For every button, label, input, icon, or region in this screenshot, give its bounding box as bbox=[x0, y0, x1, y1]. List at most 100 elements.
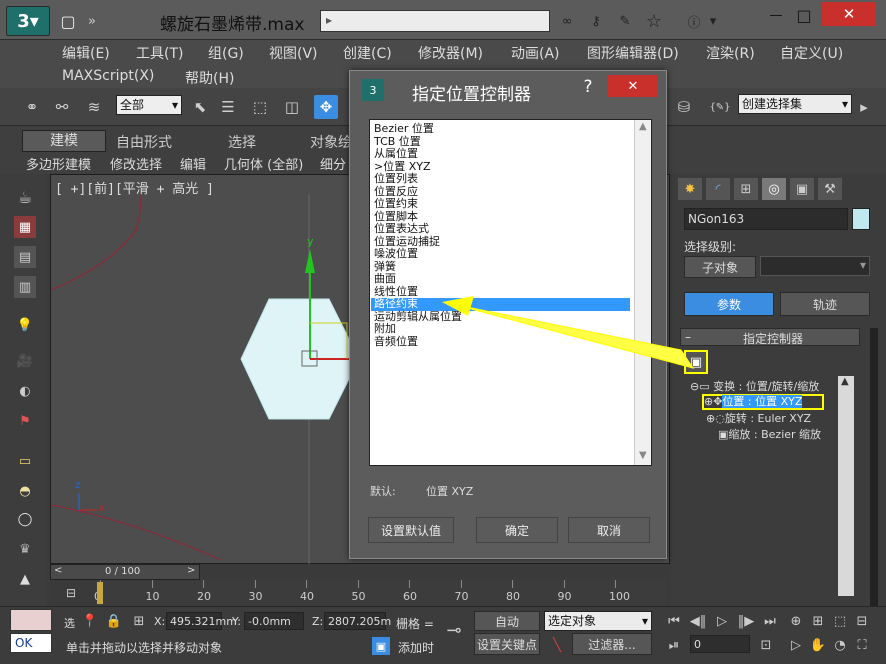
close-button[interactable]: ✕ bbox=[822, 2, 876, 26]
sound-icon[interactable]: ◐ bbox=[14, 380, 36, 402]
play-icon[interactable]: ▷ bbox=[712, 611, 732, 631]
dialog-help-button[interactable]: ? bbox=[576, 75, 600, 99]
object-name-field[interactable]: NGon163 bbox=[684, 208, 848, 230]
minimize-button[interactable]: — bbox=[762, 4, 790, 26]
ribbon-tab-object-paint[interactable]: 对象绘 bbox=[310, 132, 352, 152]
menu-group[interactable]: 组(G) bbox=[208, 43, 244, 63]
motion-tab-icon[interactable]: ◎ bbox=[762, 178, 786, 200]
unlink-icon[interactable]: ⚯ bbox=[50, 95, 74, 119]
menu-help[interactable]: 帮助(H) bbox=[185, 68, 234, 88]
listener-mini[interactable] bbox=[10, 609, 52, 631]
time-config-icon[interactable]: ⊡ bbox=[756, 635, 776, 655]
utilities-tab-icon[interactable]: ⚒ bbox=[818, 178, 842, 200]
add-time-tag[interactable]: 添加时 bbox=[398, 639, 434, 656]
z-coordinate-field[interactable]: 2807.205m bbox=[324, 612, 391, 630]
new-file-icon[interactable]: ▢ bbox=[58, 11, 78, 31]
key-mode-toggle-icon[interactable]: ⏯ bbox=[664, 635, 684, 655]
previous-frame-icon[interactable]: ◀‖ bbox=[688, 611, 708, 631]
search-field[interactable]: ▸ bbox=[320, 10, 550, 32]
menu-customize[interactable]: 自定义(U) bbox=[780, 43, 843, 63]
panel-scrollbar[interactable] bbox=[870, 328, 878, 606]
communication-icon[interactable]: ✎ bbox=[614, 11, 636, 31]
maximize-viewport-icon[interactable]: ⛶ bbox=[852, 635, 872, 655]
orbit-icon[interactable]: ◔ bbox=[830, 635, 850, 655]
cancel-button[interactable]: 取消 bbox=[568, 517, 650, 543]
tree-item-rotation[interactable]: ⊕◌旋转 : Euler XYZ bbox=[706, 410, 811, 426]
current-frame-field[interactable]: 0 bbox=[690, 635, 750, 653]
controller-list-item[interactable]: 曲面 bbox=[374, 272, 396, 286]
toolbar-more-icon[interactable]: ▸ bbox=[856, 95, 872, 119]
menu-create[interactable]: 创建(C) bbox=[343, 43, 392, 63]
sub-object-dropdown[interactable]: ▾ bbox=[760, 256, 870, 276]
menu-rendering[interactable]: 渲染(R) bbox=[706, 43, 755, 63]
set-key-icon[interactable]: ╲ bbox=[546, 635, 568, 655]
sub-object-button[interactable]: 子对象 bbox=[684, 256, 756, 278]
controller-list-item[interactable]: 位置约束 bbox=[374, 197, 418, 211]
rollout-header[interactable]: – 指定控制器 bbox=[680, 328, 860, 346]
help-dropdown-icon[interactable]: ▾ bbox=[707, 11, 719, 31]
time-cursor[interactable] bbox=[97, 582, 103, 604]
key-filter-dropdown[interactable]: 选定对象 ▾ bbox=[544, 611, 652, 631]
teapot-icon[interactable]: ☕ bbox=[14, 186, 36, 208]
menu-modifiers[interactable]: 修改器(M) bbox=[418, 43, 483, 63]
zoom-extents-all-icon[interactable]: ⊟ bbox=[852, 611, 872, 631]
assign-controller-icon[interactable]: ▣ bbox=[684, 350, 708, 374]
display-tab-icon[interactable]: ▣ bbox=[790, 178, 814, 200]
window-crossing-icon[interactable]: ◫ bbox=[280, 95, 304, 119]
isolate-icon[interactable]: ▣ bbox=[372, 637, 390, 655]
dialog-close-button[interactable]: ✕ bbox=[608, 75, 658, 97]
tree-scrollbar[interactable]: ▲ bbox=[838, 376, 854, 596]
controller-list-item[interactable]: 噪波位置 bbox=[374, 247, 418, 261]
pan-icon[interactable]: ✋ bbox=[808, 635, 828, 655]
edit-named-selection-icon[interactable]: ⛁ bbox=[672, 95, 696, 119]
slider-prev-icon[interactable]: < bbox=[54, 565, 62, 576]
link-icon[interactable]: ⚭ bbox=[20, 95, 44, 119]
quick-access-more-icon[interactable]: » bbox=[84, 11, 100, 31]
ribbon-tab-modeling[interactable]: 建模 bbox=[22, 130, 106, 152]
controller-list-item[interactable]: 附加 bbox=[374, 322, 396, 336]
ribbon-panel-geometry-all[interactable]: 几何体 (全部) bbox=[224, 154, 303, 173]
sphere-icon[interactable]: ◓ bbox=[14, 480, 36, 502]
bind-space-warp-icon[interactable]: ≋ bbox=[82, 95, 106, 119]
set-default-button[interactable]: 设置默认值 bbox=[368, 517, 454, 543]
effects-icon[interactable]: ⚑ bbox=[14, 410, 36, 432]
ribbon-panel-edit[interactable]: 编辑 bbox=[180, 154, 206, 173]
torus-icon[interactable]: ◯ bbox=[14, 508, 36, 530]
named-selection-abc-icon[interactable]: {✎} bbox=[708, 95, 732, 119]
light-icon[interactable]: 💡 bbox=[14, 314, 36, 336]
absolute-mode-icon[interactable]: ⊞ bbox=[130, 613, 148, 629]
tree-item-position[interactable]: ⊕✥位置 : 位置 XYZ bbox=[702, 394, 824, 410]
ribbon-tab-freeform[interactable]: 自由形式 bbox=[116, 132, 172, 152]
ribbon-tab-selection[interactable]: 选择 bbox=[228, 132, 256, 152]
modify-tab-icon[interactable]: ◜ bbox=[706, 178, 730, 200]
tab-trajectories[interactable]: 轨迹 bbox=[780, 292, 870, 316]
zoom-all-icon[interactable]: ⊞ bbox=[808, 611, 828, 631]
help-icon[interactable]: ⓘ bbox=[683, 11, 705, 31]
next-frame-icon[interactable]: ‖▶ bbox=[736, 611, 756, 631]
render-frame-icon[interactable]: ▥ bbox=[14, 276, 36, 298]
controller-list-item[interactable]: 位置列表 bbox=[374, 172, 418, 186]
tree-item-transform[interactable]: ⊖▭ 变换 : 位置/旋转/缩放 bbox=[690, 378, 819, 394]
scroll-up-icon[interactable]: ▲ bbox=[841, 376, 849, 387]
controller-list-item[interactable]: 音频位置 bbox=[374, 335, 418, 349]
y-coordinate-field[interactable]: -0.0mm bbox=[244, 612, 304, 630]
select-by-name-icon[interactable]: ☰ bbox=[216, 95, 240, 119]
scroll-up-icon[interactable]: ▲ bbox=[639, 121, 647, 132]
selection-filter-dropdown[interactable]: 全部 ▾ bbox=[116, 95, 182, 115]
controller-list-item[interactable]: 路径约束 bbox=[371, 297, 630, 311]
app-logo-icon[interactable]: 3▾ bbox=[6, 6, 50, 36]
time-ruler[interactable]: 0102030405060708090100 bbox=[94, 580, 666, 606]
slider-next-icon[interactable]: > bbox=[187, 565, 195, 576]
menu-animation[interactable]: 动画(A) bbox=[511, 43, 560, 63]
field-of-view-icon[interactable]: ▷ bbox=[786, 635, 806, 655]
go-to-start-icon[interactable]: ⏮ bbox=[664, 611, 684, 631]
menu-maxscript[interactable]: MAXScript(X) bbox=[62, 68, 154, 84]
object-color-swatch[interactable] bbox=[852, 208, 870, 230]
time-slider[interactable]: < 0 / 100 > bbox=[50, 564, 200, 580]
menu-views[interactable]: 视图(V) bbox=[269, 43, 318, 63]
hierarchy-tab-icon[interactable]: ⊞ bbox=[734, 178, 758, 200]
maximize-button[interactable]: □ bbox=[790, 4, 818, 26]
hedra-icon[interactable]: ♛ bbox=[14, 538, 36, 560]
listener-output[interactable]: OK bbox=[10, 633, 52, 653]
controller-list-item[interactable]: 从属位置 bbox=[374, 147, 418, 161]
